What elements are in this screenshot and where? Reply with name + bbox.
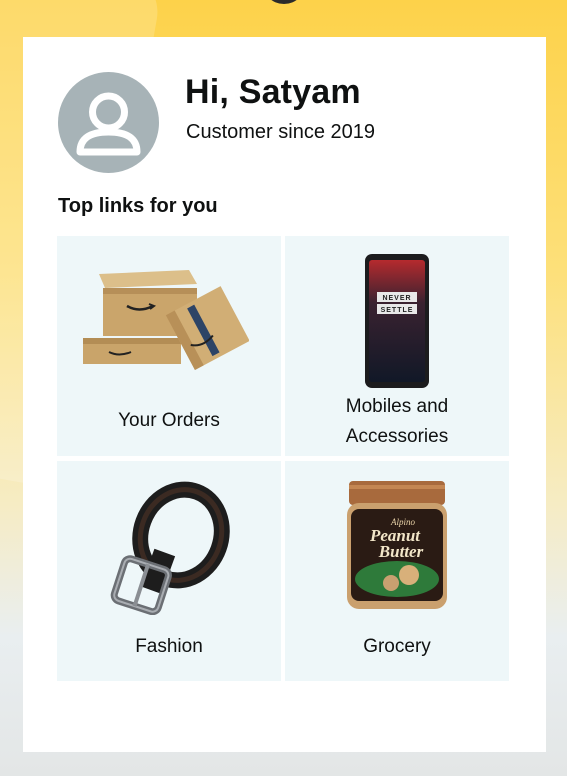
leather-belt-image <box>110 481 230 615</box>
tile-label: Your Orders <box>118 410 220 431</box>
account-card: Hi, Satyam Customer since 2019 Top links… <box>23 37 546 752</box>
tile-label: Fashion <box>135 636 203 657</box>
tile-grocery[interactable]: Alpino Peanut Butter Grocery <box>285 461 509 681</box>
peanut-butter-jar-image: Alpino Peanut Butter <box>347 481 447 609</box>
avatar[interactable] <box>58 72 159 173</box>
customer-since-text: Customer since 2019 <box>186 121 375 143</box>
background-decoration-dot <box>262 0 306 4</box>
top-links-heading: Top links for you <box>58 195 218 217</box>
user-silhouette-icon <box>76 92 141 156</box>
tile-mobiles-accessories[interactable]: NEVER SETTLE Mobiles and Accessories <box>285 236 509 456</box>
tile-label-line2: Accessories <box>345 426 449 447</box>
amazon-boxes-image <box>83 270 249 370</box>
tile-label: Grocery <box>363 636 431 657</box>
phone-screen-text-line2: SETTLE <box>381 307 414 314</box>
greeting-title: Hi, Satyam <box>185 73 361 111</box>
smartphone-image: NEVER SETTLE <box>365 254 429 388</box>
jar-label-line2: Butter <box>378 542 424 561</box>
tile-fashion[interactable]: Fashion <box>57 461 281 681</box>
phone-screen-text-line1: NEVER <box>382 295 411 302</box>
tile-your-orders[interactable]: Your Orders <box>57 236 281 456</box>
tile-label-line1: Mobiles and <box>345 396 449 417</box>
